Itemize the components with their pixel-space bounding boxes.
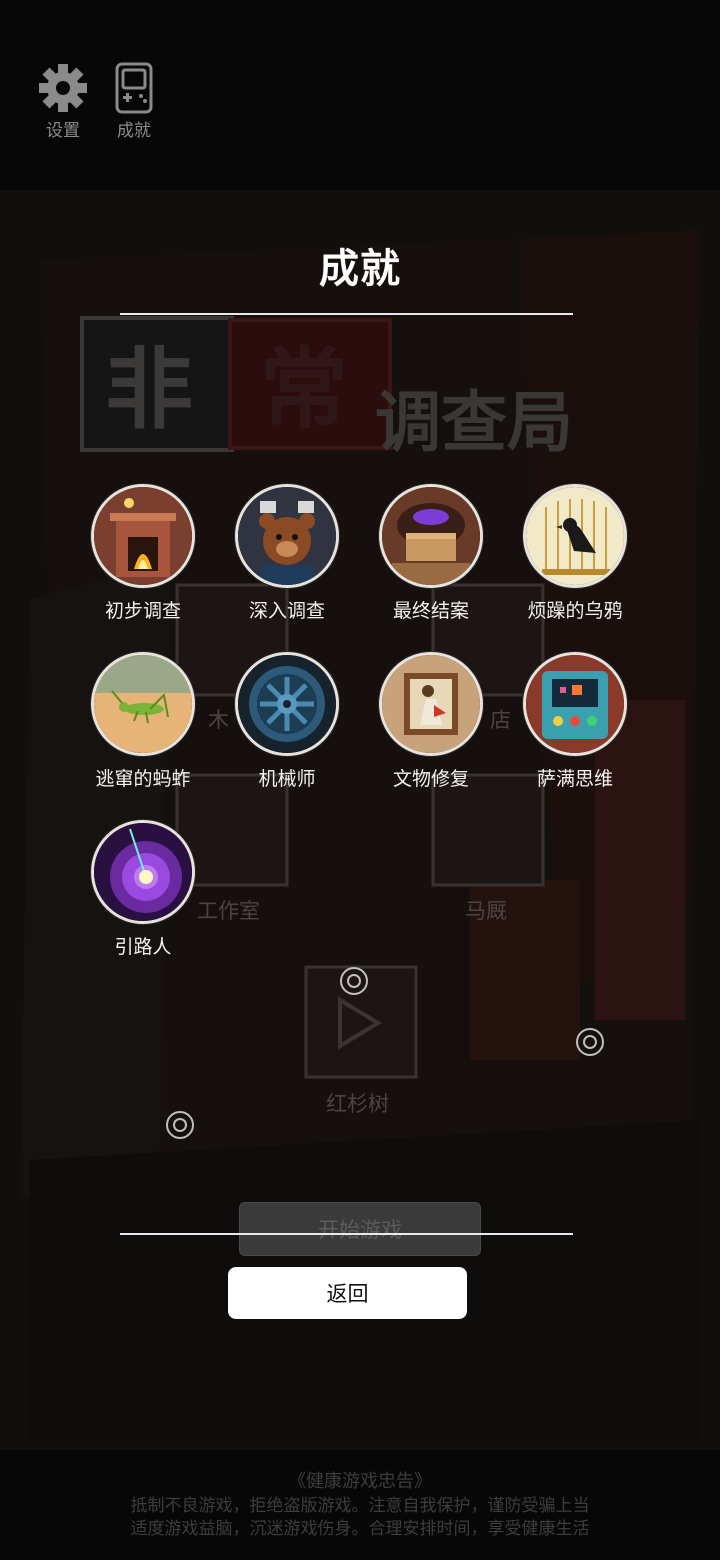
back-button[interactable]: 返回 <box>228 1267 467 1319</box>
painting-icon <box>379 652 483 756</box>
achievement-name: 深入调查 <box>248 600 325 622</box>
purple-vortex-icon <box>91 820 195 924</box>
achievement-name: 萨满思维 <box>536 768 613 790</box>
achievement-name: 引路人 <box>114 936 172 958</box>
health-notice-line: 抵制不良游戏，拒绝盗版游戏。注意自我保护，谨防受骗上当 <box>130 1496 590 1516</box>
achievement-item[interactable]: 深入调查 <box>212 484 362 623</box>
health-notice-title: 《健康游戏忠告》 <box>288 1471 432 1492</box>
achievement-name: 机械师 <box>258 768 316 790</box>
achievement-name: 初步调查 <box>104 600 181 622</box>
settings-label: 设置 <box>46 121 80 141</box>
level-node-icon <box>166 1111 194 1139</box>
achievement-item[interactable]: 引路人 <box>68 820 218 959</box>
achievement-item[interactable]: 萨满思维 <box>500 652 650 791</box>
fireplace-icon <box>91 484 195 588</box>
start-game-button: 开始游戏 <box>239 1202 481 1256</box>
achievement-name: 烦躁的乌鸦 <box>527 600 623 622</box>
achievement-item[interactable]: 文物修复 <box>356 652 506 791</box>
dialog-title: 成就 <box>319 246 401 292</box>
achievement-item[interactable]: 最终结案 <box>356 484 506 623</box>
svg-text:非: 非 <box>105 338 193 441</box>
bottom-divider <box>120 1233 573 1235</box>
achievement-item[interactable]: 逃窜的蚂蚱 <box>68 652 218 791</box>
level-label-redwood: 红杉树 <box>326 1092 389 1116</box>
control-panel-icon <box>523 652 627 756</box>
treasure-chest-icon <box>379 484 483 588</box>
top-divider <box>120 313 573 315</box>
achievement-item[interactable]: 机械师 <box>212 652 362 791</box>
achievement-name: 文物修复 <box>392 768 469 790</box>
achievement-name: 逃窜的蚂蚱 <box>95 768 191 790</box>
svg-text:常: 常 <box>260 338 348 441</box>
handheld-console-icon <box>115 62 153 114</box>
caged-crow-icon <box>523 484 627 588</box>
achievements-label: 成就 <box>117 121 151 141</box>
level-node-icon <box>576 1028 604 1056</box>
gear-icon <box>39 64 87 112</box>
health-notice-line: 适度游戏益脑，沉迷游戏伤身。合理安排时间，享受健康生活 <box>130 1519 590 1539</box>
level-node-icon <box>340 967 368 995</box>
grasshopper-icon <box>91 652 195 756</box>
gear-wheel-icon <box>235 652 339 756</box>
settings-button[interactable]: 设置 <box>33 62 93 141</box>
svg-text:调查局: 调查局 <box>375 384 573 461</box>
achievements-button[interactable]: 成就 <box>104 62 164 141</box>
bear-mask-icon <box>235 484 339 588</box>
achievement-item[interactable]: 烦躁的乌鸦 <box>500 484 650 623</box>
level-label-stable: 马厩 <box>465 899 507 923</box>
achievement-name: 最终结案 <box>392 600 469 622</box>
achievement-item[interactable]: 初步调查 <box>68 484 218 623</box>
